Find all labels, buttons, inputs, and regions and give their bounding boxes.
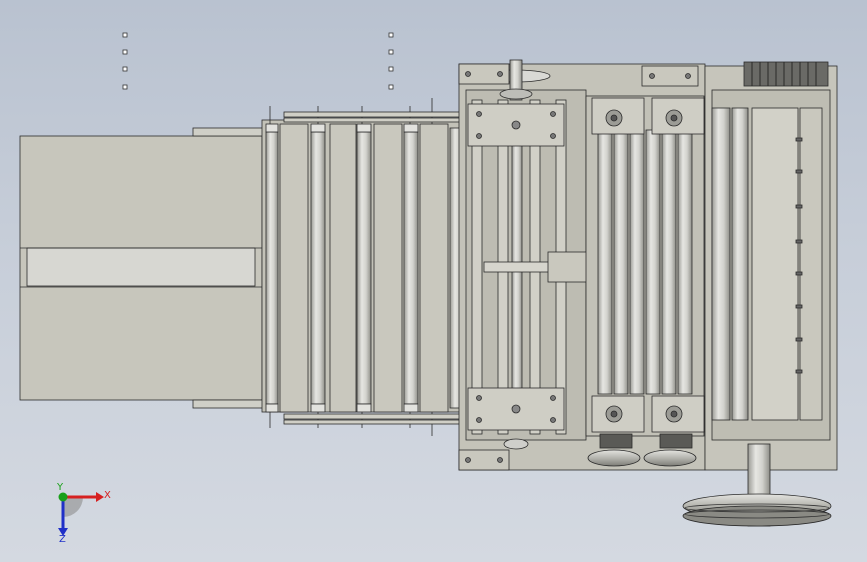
mounting-hole-markers <box>122 32 394 90</box>
x-axis-arrowhead <box>96 492 104 502</box>
cad-graphics-viewport[interactable]: X Y Z <box>0 0 867 562</box>
x-axis-label: X <box>104 490 111 501</box>
infeed-table <box>19 127 274 409</box>
y-axis-label: Y <box>56 482 64 493</box>
pressing-roller-group <box>585 65 705 467</box>
machine-assembly-model[interactable]: X Y Z <box>0 0 867 562</box>
y-axis-dot <box>58 492 68 502</box>
z-axis-label: Z <box>59 534 66 545</box>
axis-triad[interactable]: X Y Z <box>56 482 111 545</box>
feed-roller-section <box>261 98 465 436</box>
output-section <box>682 61 838 527</box>
